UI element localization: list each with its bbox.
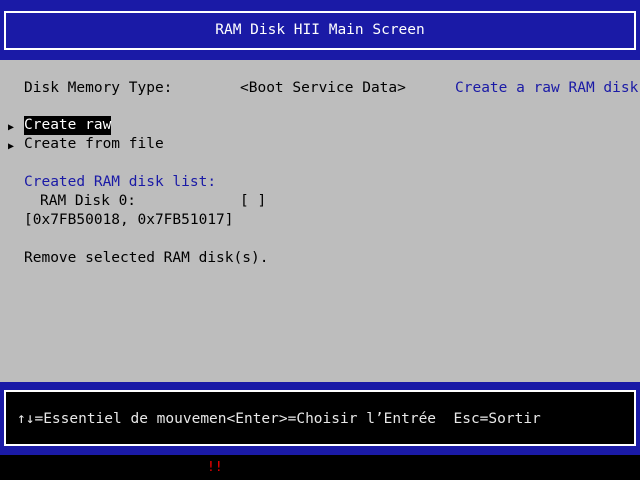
ram-disk-range: [0x7FB50018, 0x7FB51017] [24, 212, 234, 228]
ram-disk-list-header: Created RAM disk list: [24, 174, 217, 190]
submenu-arrow-icon: ▶ [8, 141, 15, 152]
ram-disk-name: RAM Disk 0: [40, 193, 137, 209]
memory-type-label: Disk Memory Type: [24, 80, 173, 96]
remove-ram-disk-action[interactable]: Remove selected RAM disk(s). [24, 249, 268, 268]
key-help-text: ↑↓=Essentiel de mouvemen<Enter>=Choisir … [17, 411, 541, 427]
menu-item-create-from-file[interactable]: Create from file [24, 135, 164, 154]
help-frame: ↑↓=Essentiel de mouvemen<Enter>=Choisir … [4, 390, 636, 446]
page-title: RAM Disk HII Main Screen [215, 22, 425, 38]
ram-disk-checkbox[interactable]: [ ] [240, 192, 266, 211]
main-panel: Disk Memory Type: <Boot Service Data> Cr… [0, 60, 640, 382]
help-bar: ↑↓=Essentiel de mouvemen<Enter>=Choisir … [0, 382, 640, 455]
help-description: Create a raw RAM disk. [455, 80, 640, 96]
warning-mark: !! [207, 460, 223, 475]
title-bar: RAM Disk HII Main Screen [0, 0, 640, 60]
memory-type-selector[interactable]: <Boot Service Data> [240, 79, 406, 98]
submenu-arrow-icon: ▶ [8, 122, 15, 133]
title-frame: RAM Disk HII Main Screen [4, 11, 636, 50]
menu-item-create-raw[interactable]: Create raw [24, 116, 112, 135]
